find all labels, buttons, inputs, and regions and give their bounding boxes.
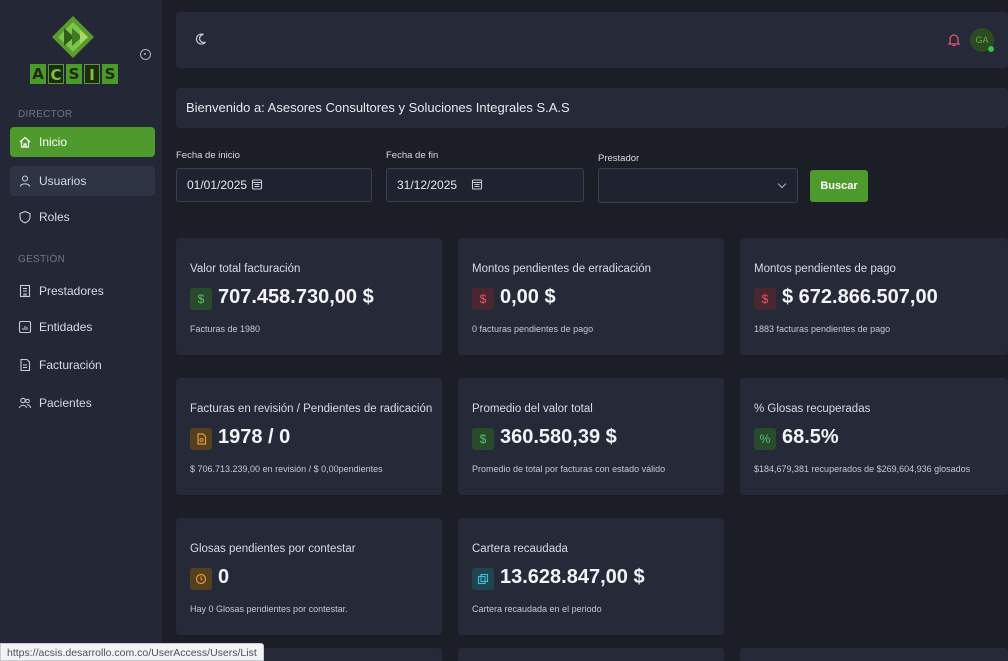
section-label-gestion: GESTIÓN xyxy=(18,254,66,265)
metric-card-pending-eradication: Montos pendientes de erradicación $ 0,00… xyxy=(458,238,724,355)
dollar-icon: $ xyxy=(472,428,494,450)
copy-icon xyxy=(472,568,494,590)
top-bar: GA xyxy=(176,12,1008,68)
sidebar-item-roles[interactable]: Roles xyxy=(10,202,155,232)
metric-card-average-value: Promedio del valor total $ 360.580,39 $ … xyxy=(458,378,724,495)
sidebar-item-prestadores[interactable]: Prestadores xyxy=(10,276,155,306)
card-subtitle: $ 706.713.239,00 en revisión / $ 0,00pen… xyxy=(190,464,383,474)
sidebar-item-entidades[interactable]: Entidades xyxy=(10,312,155,342)
metric-card-total-billing: Valor total facturación $ 707.458.730,00… xyxy=(176,238,442,355)
logo-letter: A xyxy=(30,64,46,84)
card-subtitle: Hay 0 Glosas pendientes por contestar. xyxy=(190,604,348,614)
chevron-down-icon xyxy=(777,179,787,189)
card-title: Promedio del valor total xyxy=(472,403,593,415)
card-value: 0,00 $ xyxy=(500,286,556,308)
sidebar-item-pacientes[interactable]: Pacientes xyxy=(10,388,155,418)
sidebar-item-label: Pacientes xyxy=(39,396,92,410)
card-value: 707.458.730,00 $ xyxy=(218,286,374,308)
provider-label: Prestador xyxy=(598,153,640,164)
card-value: $ 672.866.507,00 xyxy=(782,286,938,308)
card-subtitle: 1883 facturas pendientes de pago xyxy=(754,324,891,334)
document-icon xyxy=(190,428,212,450)
chart-icon xyxy=(18,320,32,334)
card-title: % Glosas recuperadas xyxy=(754,403,871,415)
sidebar-item-usuarios[interactable]: Usuarios xyxy=(10,166,155,196)
card-title: Montos pendientes de erradicación xyxy=(472,263,652,275)
invoice-icon xyxy=(20,358,31,372)
card-peek xyxy=(740,648,1008,661)
card-subtitle: Promedio de total por facturas con estad… xyxy=(472,464,666,474)
bell-icon[interactable] xyxy=(948,33,960,47)
card-subtitle: 0 facturas pendientes de pago xyxy=(472,324,594,334)
sidebar-item-inicio[interactable]: Inicio xyxy=(10,127,155,157)
logo-wordmark: A C S I S xyxy=(30,64,118,84)
search-button[interactable]: Buscar xyxy=(810,170,868,202)
logo-letter: I xyxy=(84,64,100,84)
users-icon xyxy=(18,397,32,409)
logo-letter: C xyxy=(48,64,64,84)
sidebar-toggle-icon[interactable] xyxy=(140,49,151,60)
start-date-value: 01/01/2025 xyxy=(187,178,248,192)
user-icon xyxy=(19,175,31,187)
shield-icon xyxy=(19,210,31,224)
clock-icon xyxy=(190,568,212,590)
welcome-banner: Bienvenido a: Asesores Consultores y Sol… xyxy=(176,88,1008,128)
card-subtitle: Cartera recaudada en el periodo xyxy=(472,604,602,614)
card-subtitle: $184,679,381 recuperados de $269,604,936… xyxy=(754,464,971,474)
card-value: 13.628.847,00 $ xyxy=(500,566,645,588)
sidebar-item-label: Roles xyxy=(39,210,70,224)
card-value: 360.580,39 $ xyxy=(500,426,617,448)
dollar-icon: $ xyxy=(190,288,212,310)
acsis-logo[interactable]: A C S I S xyxy=(30,14,118,90)
online-status-dot xyxy=(988,46,994,52)
calendar-icon[interactable] xyxy=(471,178,483,190)
logo-letter: S xyxy=(102,64,118,84)
card-title: Valor total facturación xyxy=(190,263,301,275)
dollar-icon: $ xyxy=(472,288,494,310)
calendar-icon[interactable] xyxy=(251,178,263,190)
card-peek xyxy=(458,648,724,661)
card-title: Montos pendientes de pago xyxy=(754,263,896,275)
metric-card-glosas-pending: Glosas pendientes por contestar 0 Hay 0 … xyxy=(176,518,442,635)
start-date-input[interactable]: 01/01/2025 xyxy=(176,168,372,202)
metric-card-collected-portfolio: Cartera recaudada 13.628.847,00 $ Carter… xyxy=(458,518,724,635)
provider-select[interactable] xyxy=(598,168,798,203)
sidebar-item-label: Entidades xyxy=(39,320,93,334)
end-date-value: 31/12/2025 xyxy=(397,178,458,192)
theme-toggle-icon[interactable] xyxy=(194,32,208,46)
building-icon xyxy=(19,284,31,298)
card-value: 0 xyxy=(218,566,230,588)
status-bar-url: https://acsis.desarrollo.com.co/UserAcce… xyxy=(0,643,264,661)
logo-diamond-icon xyxy=(52,16,94,58)
card-title: Facturas en revisión / Pendientes de rad… xyxy=(190,403,433,415)
sidebar: A C S I S DIRECTOR Inicio Usuarios Roles… xyxy=(0,0,162,661)
card-title: Cartera recaudada xyxy=(472,543,568,555)
card-subtitle: Facturas de 1980 xyxy=(190,324,261,334)
end-date-input[interactable]: 31/12/2025 xyxy=(386,168,584,202)
logo-letter: S xyxy=(66,64,82,84)
section-label-director: DIRECTOR xyxy=(18,109,73,120)
sidebar-item-facturacion[interactable]: Facturación xyxy=(10,350,155,380)
percent-icon: % xyxy=(754,428,776,450)
sidebar-item-label: Inicio xyxy=(39,135,68,149)
home-icon xyxy=(19,136,31,148)
card-title: Glosas pendientes por contestar xyxy=(190,543,356,555)
sidebar-item-label: Facturación xyxy=(39,358,102,372)
card-value: 68.5% xyxy=(782,426,839,448)
metric-card-glosas-recovered: % Glosas recuperadas % 68.5% $184,679,38… xyxy=(740,378,1008,495)
start-date-label: Fecha de inicio xyxy=(176,150,240,161)
metric-card-pending-payment: Montos pendientes de pago $ $ 672.866.50… xyxy=(740,238,1008,355)
card-value: 1978 / 0 xyxy=(218,426,291,448)
dollar-icon: $ xyxy=(754,288,776,310)
end-date-label: Fecha de fin xyxy=(386,150,439,161)
sidebar-item-label: Prestadores xyxy=(39,284,104,298)
sidebar-item-label: Usuarios xyxy=(39,174,87,188)
metric-card-invoices-review: Facturas en revisión / Pendientes de rad… xyxy=(176,378,442,495)
